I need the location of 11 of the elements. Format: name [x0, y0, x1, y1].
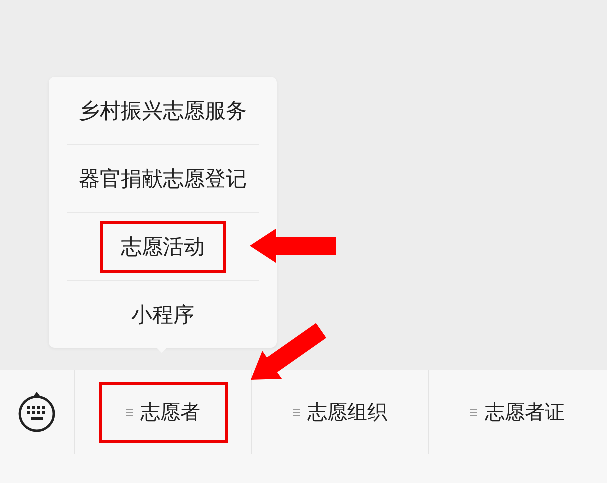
submenu-item[interactable]: 志愿活动	[121, 232, 205, 260]
menu-tab[interactable]: 志愿组织	[290, 394, 390, 430]
menu-tab[interactable]: 志愿者证	[468, 394, 567, 430]
submenu-item[interactable]: 器官捐献志愿登记	[79, 164, 247, 192]
menu-tab[interactable]: 志愿者	[124, 394, 202, 430]
keyboard-icon[interactable]	[17, 391, 57, 433]
submenu-item[interactable]: 乡村振兴志愿服务	[79, 96, 247, 124]
menu-lines-icon	[126, 408, 132, 416]
menu-lines-icon	[470, 408, 477, 416]
menu-lines-icon	[292, 408, 300, 416]
submenu-item[interactable]: 小程序	[132, 300, 194, 328]
